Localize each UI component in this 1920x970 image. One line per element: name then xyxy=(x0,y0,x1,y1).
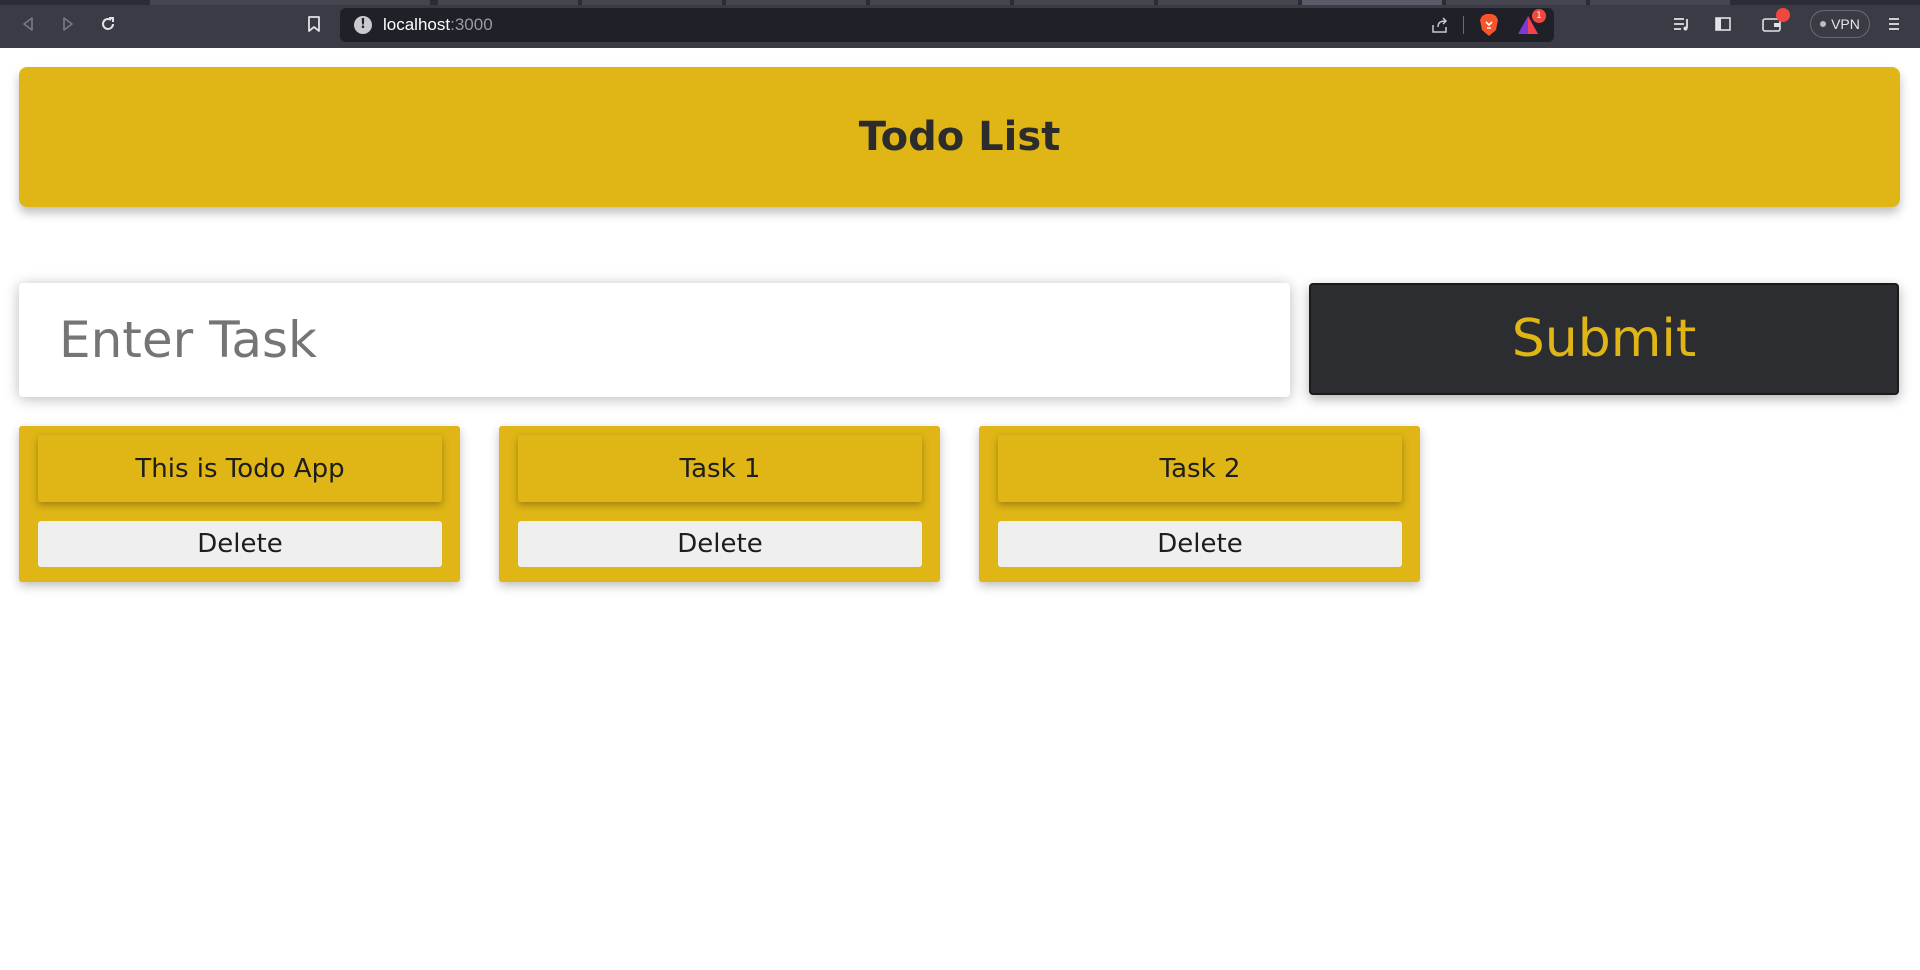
sidebar-icon[interactable] xyxy=(1709,10,1737,38)
url-text: localhost:3000 xyxy=(383,15,493,34)
task-text: Task 1 xyxy=(518,435,922,502)
share-icon[interactable] xyxy=(1426,11,1454,39)
brave-lion-icon[interactable] xyxy=(1475,11,1503,39)
playlist-icon[interactable] xyxy=(1668,10,1696,38)
vpn-status-dot xyxy=(1820,21,1827,27)
app-header: Todo List xyxy=(19,67,1900,207)
task-card: This is Todo App Delete xyxy=(19,426,460,582)
tab-strip xyxy=(0,0,1920,5)
wallet-notification-dot xyxy=(1776,8,1790,22)
address-bar[interactable]: ! localhost:3000 1 xyxy=(340,8,1554,42)
rewards-count-badge: 1 xyxy=(1532,9,1546,23)
delete-button[interactable]: Delete xyxy=(998,521,1402,567)
reload-icon[interactable] xyxy=(94,10,122,38)
info-icon[interactable]: ! xyxy=(354,16,372,34)
vpn-label: VPN xyxy=(1831,16,1860,32)
browser-toolbar: ! localhost:3000 1 VPN xyxy=(0,0,1920,48)
page-title: Todo List xyxy=(858,114,1061,160)
wallet-icon[interactable] xyxy=(1758,8,1790,38)
delete-button[interactable]: Delete xyxy=(38,521,442,567)
task-text: This is Todo App xyxy=(38,435,442,502)
forward-arrow-icon[interactable] xyxy=(54,10,82,38)
urlbar-divider xyxy=(1463,16,1464,34)
vpn-button[interactable]: VPN xyxy=(1810,10,1870,38)
bookmark-icon[interactable] xyxy=(300,10,328,38)
task-card: Task 1 Delete xyxy=(499,426,940,582)
rewards-triangle-icon[interactable]: 1 xyxy=(1514,9,1546,39)
task-card: Task 2 Delete xyxy=(979,426,1420,582)
delete-button[interactable]: Delete xyxy=(518,521,922,567)
submit-button[interactable]: Submit xyxy=(1309,283,1899,395)
back-arrow-icon[interactable] xyxy=(14,10,42,38)
hamburger-menu-icon[interactable] xyxy=(1880,10,1908,38)
task-text: Task 2 xyxy=(998,435,1402,502)
task-input[interactable] xyxy=(19,283,1290,397)
